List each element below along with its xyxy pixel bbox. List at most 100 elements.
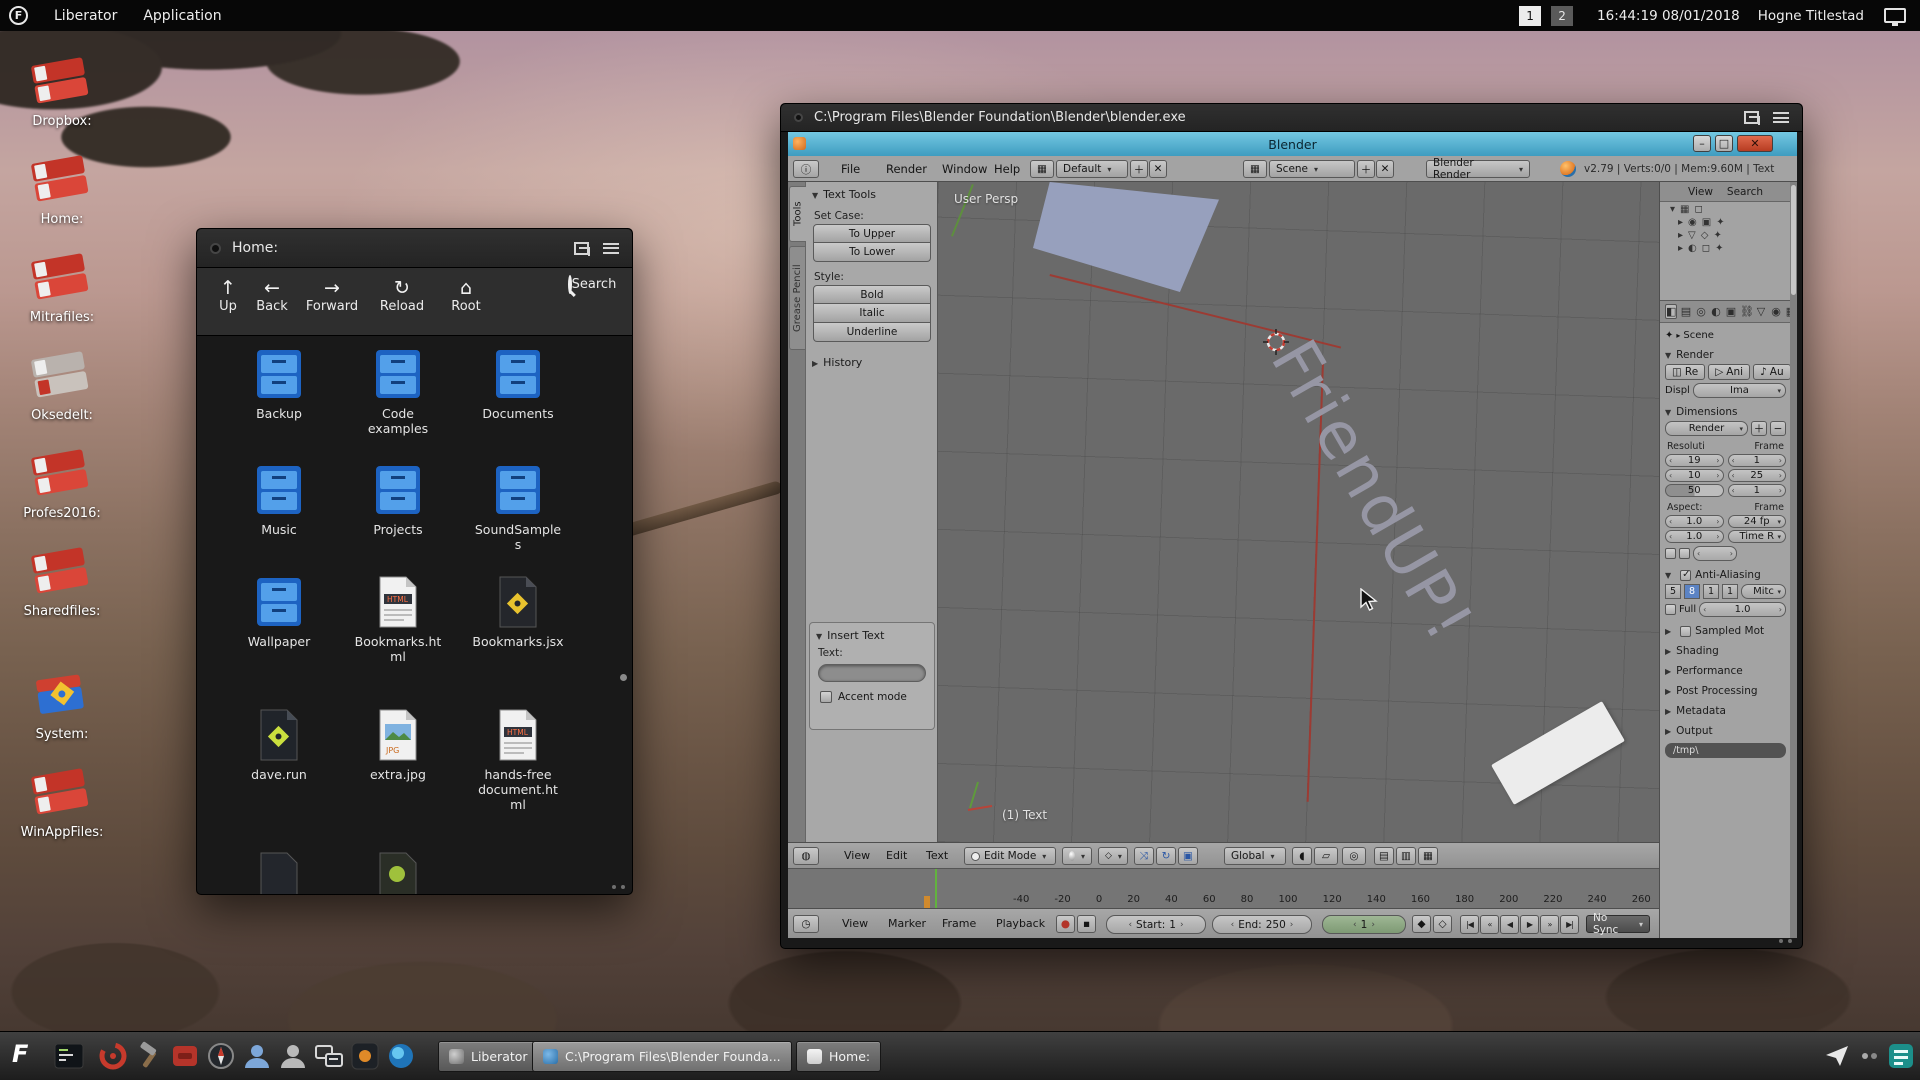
- settings-tray-icon[interactable]: [1852, 1039, 1886, 1073]
- tab-tools[interactable]: Tools: [789, 186, 806, 242]
- file-projects[interactable]: Projects: [352, 464, 444, 538]
- outliner-row[interactable]: ▸◐◻✦: [1660, 241, 1797, 254]
- task-liberator[interactable]: Liberator: [438, 1041, 539, 1072]
- menu-file[interactable]: File: [841, 162, 860, 176]
- panel-output[interactable]: Output: [1665, 725, 1786, 737]
- menu-window[interactable]: Window: [942, 162, 987, 176]
- panel-post-processing[interactable]: Post Processing: [1665, 685, 1786, 697]
- tab-object[interactable]: ▣: [1725, 305, 1737, 318]
- snap-element-icon[interactable]: ▱: [1314, 847, 1338, 865]
- minimize-icon[interactable]: [603, 243, 619, 254]
- layout-browse-icon[interactable]: ▦: [1030, 160, 1054, 178]
- full-sample-checkbox[interactable]: [1665, 604, 1676, 615]
- desktop-icon-winappfiles[interactable]: WinAppFiles:: [12, 765, 112, 840]
- back-button[interactable]: ← Back: [243, 277, 301, 314]
- vp-menu-edit[interactable]: Edit: [886, 849, 907, 862]
- layout-delete-button[interactable]: ✕: [1149, 160, 1167, 178]
- tab-scene[interactable]: ◎: [1695, 305, 1707, 318]
- timeline-ruler[interactable]: -40-200204060801001201401601802002202402…: [788, 868, 1659, 908]
- panel-shading[interactable]: Shading: [1665, 645, 1786, 657]
- render-still-icon[interactable]: ▥: [1396, 847, 1416, 865]
- autokey-lock-icon[interactable]: ▪: [1077, 915, 1096, 933]
- file-code-examples[interactable]: Code examples: [352, 348, 444, 437]
- manipulator-scale-icon[interactable]: ▣: [1178, 847, 1198, 865]
- package-app-icon[interactable]: [168, 1039, 202, 1073]
- blue-glow-app-icon[interactable]: [384, 1039, 418, 1073]
- panel-dimensions[interactable]: Dimensions: [1665, 406, 1786, 418]
- tab-grease-pencil[interactable]: Grease Pencil: [789, 246, 806, 350]
- end-frame-field[interactable]: End:250: [1212, 915, 1312, 934]
- hammer-app-icon[interactable]: [132, 1039, 166, 1073]
- manipulator-rotate-icon[interactable]: ↻: [1156, 847, 1176, 865]
- viewport-3d[interactable]: User Persp FriendUP! (1) Text: [938, 182, 1659, 842]
- scene-add-button[interactable]: ＋: [1357, 160, 1375, 178]
- animation-button[interactable]: ▷Ani: [1708, 364, 1750, 380]
- file-partial[interactable]: [352, 852, 444, 894]
- resolution-x-field[interactable]: 19: [1665, 454, 1724, 467]
- bold-button[interactable]: Bold: [813, 285, 931, 304]
- jump-end-button[interactable]: ▶|: [1560, 915, 1579, 934]
- resize-grip[interactable]: [612, 885, 625, 889]
- terminal-icon[interactable]: [52, 1039, 86, 1073]
- sync-mode-selector[interactable]: No Sync: [1586, 915, 1650, 933]
- vp-menu-view[interactable]: View: [844, 849, 870, 862]
- restore-icon[interactable]: [1744, 111, 1759, 124]
- swirl-app-icon[interactable]: [96, 1039, 130, 1073]
- desktop-icon-sharedfiles[interactable]: Sharedfiles:: [12, 544, 112, 619]
- audio-button[interactable]: ♪Au: [1753, 364, 1791, 380]
- user-gray-icon[interactable]: [276, 1039, 310, 1073]
- scroll-indicator[interactable]: [620, 674, 627, 681]
- menu-help[interactable]: Help: [994, 162, 1020, 176]
- search-button[interactable]: Search: [563, 277, 621, 292]
- user-blue-icon[interactable]: [240, 1039, 274, 1073]
- outliner-row[interactable]: ▸▽◇✦: [1660, 228, 1797, 241]
- tab-render[interactable]: ◧: [1665, 304, 1677, 319]
- sampled-motion-checkbox[interactable]: [1680, 626, 1691, 637]
- shading-selector[interactable]: [1062, 847, 1092, 865]
- panel-text-tools[interactable]: Text Tools: [806, 182, 938, 201]
- desktop-icon-oksedelt[interactable]: Oksedelt:: [12, 348, 112, 423]
- scene-selector[interactable]: Scene: [1269, 160, 1355, 178]
- outliner-tab-search[interactable]: Search: [1727, 186, 1763, 198]
- next-keyframe-button[interactable]: »: [1540, 915, 1559, 934]
- stepper-field[interactable]: [1693, 546, 1737, 561]
- forward-button[interactable]: → Forward: [303, 277, 361, 314]
- file-bookmarks-html[interactable]: HTML Bookmarks.html: [352, 576, 444, 665]
- layout-selector[interactable]: Default: [1056, 160, 1128, 178]
- panel-history[interactable]: History: [806, 350, 938, 369]
- tab-data[interactable]: ▽: [1755, 305, 1767, 318]
- panel-performance[interactable]: Performance: [1665, 665, 1786, 677]
- tl-menu-frame[interactable]: Frame: [942, 917, 976, 930]
- start-frame-field[interactable]: Start:1: [1106, 915, 1206, 934]
- root-button[interactable]: ⌂ Root: [437, 277, 495, 314]
- resolution-percent-slider[interactable]: 50: [1665, 484, 1724, 497]
- panel-anti-aliasing[interactable]: Anti-Aliasing: [1665, 569, 1786, 581]
- render-preset-selector[interactable]: Render: [1665, 421, 1748, 436]
- desktop-icon-system[interactable]: System:: [12, 667, 112, 742]
- fps-selector[interactable]: 24 fp: [1728, 515, 1787, 528]
- insert-text-input[interactable]: [818, 664, 926, 682]
- aspect-x-field[interactable]: 1.0: [1665, 515, 1724, 528]
- to-lower-button[interactable]: To Lower: [813, 243, 931, 262]
- file-extra-jpg[interactable]: JPG extra.jpg: [352, 709, 444, 783]
- scene-browse-icon[interactable]: ▦: [1243, 160, 1267, 178]
- to-upper-button[interactable]: To Upper: [813, 224, 931, 243]
- proportional-edit-icon[interactable]: ◎: [1342, 847, 1366, 865]
- properties-scrollbar[interactable]: [1790, 182, 1797, 938]
- mode-selector[interactable]: Edit Mode: [964, 847, 1056, 865]
- vp-menu-text[interactable]: Text: [926, 849, 948, 862]
- filter-size-field[interactable]: 1.0: [1699, 602, 1786, 617]
- panel-render[interactable]: Render: [1665, 349, 1786, 361]
- desktop-icon-home[interactable]: Home:: [12, 152, 112, 227]
- resize-grip[interactable]: [1779, 939, 1792, 943]
- minimize-icon[interactable]: [1773, 112, 1789, 123]
- send-icon[interactable]: [1820, 1039, 1854, 1073]
- menu-render[interactable]: Render: [886, 162, 927, 176]
- blender-app-titlebar[interactable]: Blender – □ ✕: [788, 132, 1797, 156]
- file-documents[interactable]: Documents: [472, 348, 564, 422]
- desktop-icon-mitrafiles[interactable]: Mitrafiles:: [12, 250, 112, 325]
- preset-remove-button[interactable]: −: [1770, 421, 1786, 436]
- tab-render-layers[interactable]: ▤: [1680, 305, 1692, 318]
- underline-button[interactable]: Underline: [813, 323, 931, 342]
- file-partial[interactable]: [233, 852, 325, 894]
